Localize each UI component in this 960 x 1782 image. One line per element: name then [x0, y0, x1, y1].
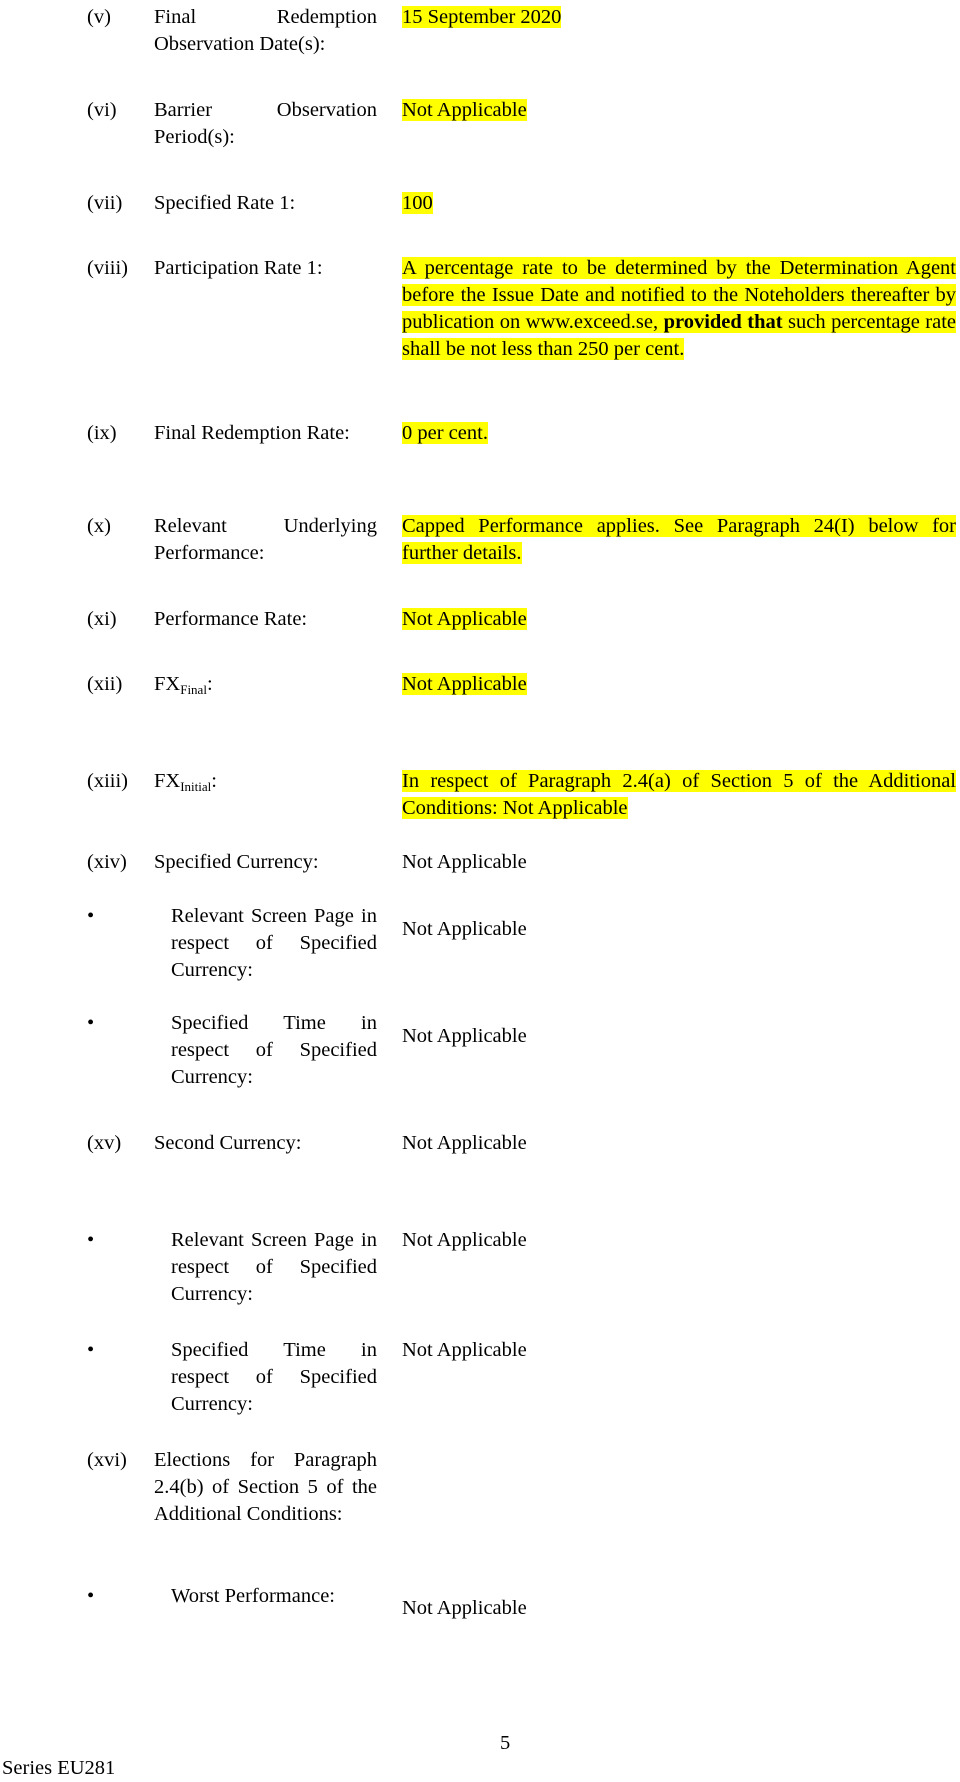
item-value: Not Applicable	[402, 606, 956, 633]
bullet-icon: •	[87, 1339, 95, 1361]
label-subscript: Initial	[180, 779, 212, 794]
highlighted-value: Not Applicable	[402, 99, 527, 121]
item-value: Not Applicable	[402, 1597, 527, 1619]
item-label: Specified Rate 1:	[154, 192, 296, 214]
item-value: Not Applicable	[402, 1229, 527, 1251]
page-number: 5	[500, 1732, 511, 1754]
item-value: Not Applicable	[402, 918, 527, 940]
highlighted-value: Not Applicable	[402, 673, 527, 695]
item-label: Performance Rate:	[154, 608, 308, 630]
label-subscript: Final	[180, 682, 207, 697]
item-number: (xiv)	[87, 851, 127, 873]
item-value: Not Applicable	[402, 97, 956, 124]
series-footer: Series EU281	[2, 1757, 116, 1779]
item-number: (viii)	[87, 257, 128, 279]
item-value: 15 September 2020	[402, 4, 956, 31]
bullet-icon: •	[87, 1585, 95, 1607]
label-main: FX	[154, 673, 181, 695]
item-label: Participation Rate 1:	[154, 257, 323, 279]
item-number: (vi)	[87, 99, 117, 121]
highlighted-value: In respect of Paragraph 2.4(a) of Sectio…	[402, 770, 956, 819]
bullet-icon: •	[87, 905, 95, 927]
item-number: (xii)	[87, 673, 123, 695]
item-label: Relevant Underlying Performance:	[154, 515, 377, 564]
item-value: 100	[402, 190, 956, 217]
item-label: Specified Time in respect of Specified C…	[171, 1339, 377, 1415]
label-suffix: :	[211, 770, 217, 792]
item-number: (v)	[87, 6, 111, 28]
item-number: (vii)	[87, 192, 123, 214]
item-label: Specified Time in respect of Specified C…	[171, 1012, 377, 1088]
item-number: (xvi)	[87, 1449, 127, 1471]
item-value: Not Applicable	[402, 1025, 527, 1047]
item-value: Capped Performance applies. See Paragrap…	[402, 513, 956, 567]
item-label: Final Redemption Observation Date(s):	[154, 6, 377, 55]
item-label: Second Currency:	[154, 1132, 302, 1154]
highlighted-value: A percentage rate to be determined by th…	[402, 257, 957, 360]
bullet-icon: •	[87, 1012, 95, 1034]
item-label: Specified Currency:	[154, 851, 319, 873]
item-value: In respect of Paragraph 2.4(a) of Sectio…	[402, 768, 956, 822]
item-number: (xiii)	[87, 770, 128, 792]
item-value: Not Applicable	[402, 851, 527, 873]
value-bold-text: provided that	[663, 311, 783, 333]
bullet-icon: •	[87, 1229, 95, 1251]
item-label: Relevant Screen Page in respect of Speci…	[171, 905, 377, 981]
item-label: Relevant Screen Page in respect of Speci…	[171, 1229, 377, 1305]
highlighted-value: Capped Performance applies. See Paragrap…	[402, 515, 956, 564]
highlighted-value: Not Applicable	[402, 608, 527, 630]
item-value: 0 per cent.	[402, 420, 956, 447]
item-value: Not Applicable	[402, 1132, 527, 1154]
item-number: (x)	[87, 515, 111, 537]
item-label: Elections for Paragraph 2.4(b) of Sectio…	[154, 1449, 377, 1525]
item-label: FXFinal:	[154, 671, 377, 698]
item-label: Final Redemption Rate:	[154, 422, 350, 444]
item-number: (ix)	[87, 422, 117, 444]
item-label: FXInitial:	[154, 768, 377, 795]
highlighted-value: 0 per cent.	[402, 422, 488, 444]
label-main: FX	[154, 770, 181, 792]
item-value: Not Applicable	[402, 671, 956, 698]
label-suffix: :	[206, 673, 213, 695]
item-value: A percentage rate to be determined by th…	[402, 255, 957, 363]
highlighted-value: 100	[402, 192, 433, 214]
highlighted-value: 15 September 2020	[402, 6, 562, 28]
item-value: Not Applicable	[402, 1339, 527, 1361]
item-number: (xi)	[87, 608, 117, 630]
item-label: Worst Performance:	[171, 1585, 335, 1607]
item-number: (xv)	[87, 1132, 122, 1154]
item-label: Barrier Observation Period(s):	[154, 99, 377, 148]
